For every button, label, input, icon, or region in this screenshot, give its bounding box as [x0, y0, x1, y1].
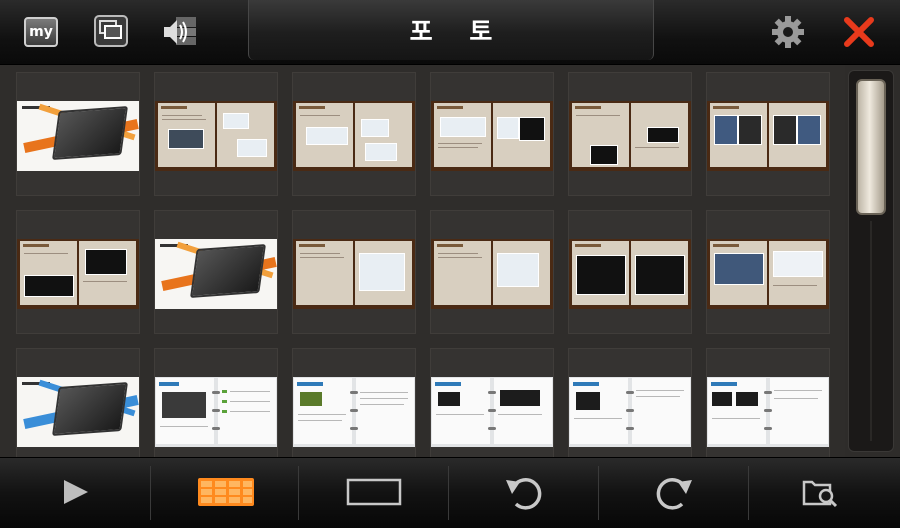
photo-thumbnail[interactable] — [16, 210, 140, 334]
thumbnail-image — [293, 101, 415, 171]
photo-thumbnail[interactable] — [154, 348, 278, 472]
folder-search-icon — [802, 480, 838, 508]
thumbnail-image — [17, 377, 139, 447]
bottom-toolbar — [0, 457, 900, 528]
sound-icon[interactable] — [162, 15, 196, 49]
top-bar: my 포 토 — [0, 0, 900, 65]
photo-thumbnail[interactable] — [292, 210, 416, 334]
thumbnail-image — [155, 377, 277, 447]
play-button[interactable] — [48, 468, 108, 516]
photo-thumbnail[interactable] — [292, 72, 416, 196]
rotate-left-icon — [506, 478, 542, 510]
photo-thumbnail[interactable] — [430, 72, 554, 196]
thumbnail-image — [431, 101, 553, 171]
photo-thumbnail[interactable] — [706, 210, 830, 334]
scrollbar-groove — [870, 221, 872, 441]
photo-thumbnail[interactable] — [16, 348, 140, 472]
photo-thumbnail[interactable] — [292, 348, 416, 472]
thumbnail-image — [431, 377, 553, 447]
photo-thumbnail[interactable] — [154, 210, 278, 334]
thumbnail-image — [569, 101, 691, 171]
scrollbar-thumb[interactable] — [856, 79, 886, 215]
thumbnail-image — [293, 377, 415, 447]
multi-window-icon[interactable] — [94, 15, 128, 49]
gear-icon[interactable] — [771, 15, 805, 49]
rotate-right-icon — [656, 478, 692, 510]
close-icon[interactable] — [842, 15, 876, 49]
folder-search-button[interactable] — [794, 468, 854, 516]
page-title: 포 토 — [409, 17, 507, 46]
thumbnail-image — [707, 239, 829, 309]
grid-view-icon — [198, 478, 254, 506]
play-icon — [64, 480, 88, 504]
photo-thumbnail[interactable] — [568, 210, 692, 334]
thumbnail-image — [707, 377, 829, 447]
thumbnail-image — [293, 239, 415, 309]
photo-thumbnail[interactable] — [154, 72, 278, 196]
single-view-icon — [346, 478, 402, 506]
title-panel: 포 토 — [248, 0, 654, 60]
photo-thumbnail[interactable] — [568, 348, 692, 472]
rotate-left-button[interactable] — [494, 468, 554, 516]
thumbnail-image — [431, 239, 553, 309]
my-button[interactable]: my — [24, 17, 58, 47]
photo-thumbnail[interactable] — [706, 72, 830, 196]
grid-view-button[interactable] — [196, 468, 256, 516]
photo-thumbnail[interactable] — [430, 210, 554, 334]
my-label: my — [29, 24, 53, 40]
rotate-right-button[interactable] — [644, 468, 704, 516]
thumbnail-image — [155, 101, 277, 171]
thumbnail-image — [707, 101, 829, 171]
photo-thumbnail[interactable] — [706, 348, 830, 472]
single-view-button[interactable] — [344, 468, 404, 516]
thumbnail-image — [155, 239, 277, 309]
photo-thumbnail[interactable] — [568, 72, 692, 196]
scrollbar-track[interactable] — [848, 70, 894, 452]
photo-grid — [0, 65, 845, 472]
thumbnail-image — [569, 239, 691, 309]
photo-thumbnail[interactable] — [16, 72, 140, 196]
thumbnail-image — [569, 377, 691, 447]
photo-thumbnail[interactable] — [430, 348, 554, 472]
thumbnail-image — [17, 239, 139, 309]
thumbnail-image — [17, 101, 139, 171]
